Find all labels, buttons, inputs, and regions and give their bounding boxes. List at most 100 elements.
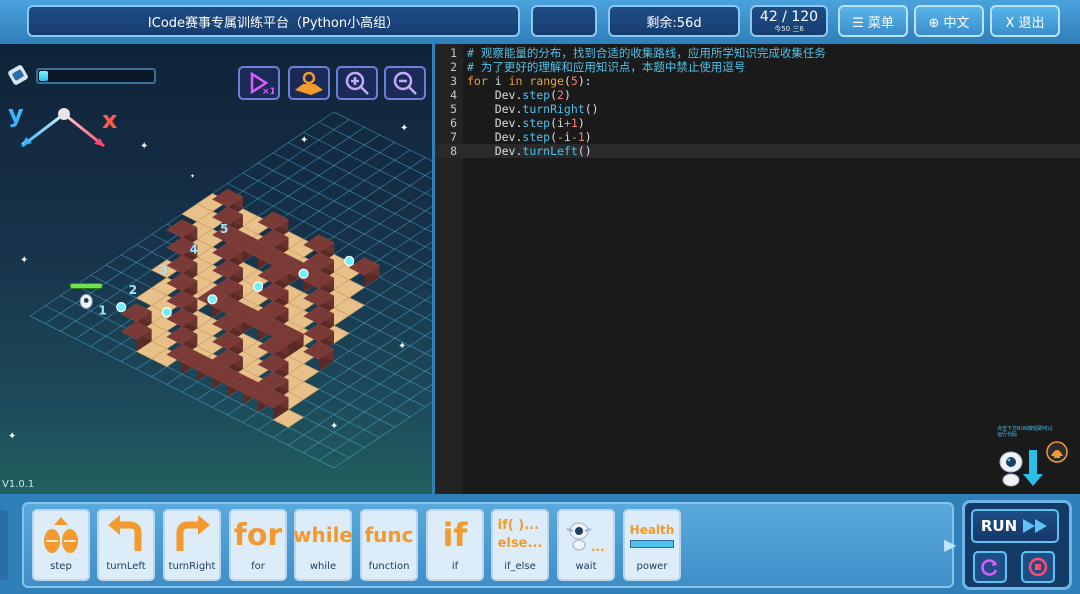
line-number: 7 [450, 130, 457, 144]
step-icon [44, 517, 78, 553]
code-line[interactable]: 2 # 为了更好的理解和应用知识点，本题中禁止使用逗号 [435, 60, 1080, 74]
block-turnRight[interactable]: turnRight [163, 509, 221, 581]
block-art: if [428, 511, 482, 559]
language-button[interactable]: ⊕ 中文 [914, 5, 984, 37]
line-number: 4 [450, 88, 457, 102]
row-label: 2 [129, 283, 137, 297]
run-panel: RUN [962, 500, 1072, 590]
block-function[interactable]: func function [360, 509, 418, 581]
game-board: 1 2 3 4 5 [29, 111, 432, 469]
block-label: power [636, 561, 668, 572]
turn-right-icon [176, 515, 210, 551]
grid-line [333, 111, 432, 162]
block-label: for [251, 561, 265, 572]
block-wait[interactable]: ... wait [557, 509, 615, 581]
block-art: for [231, 511, 285, 559]
reset-button[interactable] [973, 551, 1007, 583]
line-number: 2 [450, 60, 457, 74]
block-label: if [451, 561, 459, 572]
run-hint: 点击下方RUN按钮即可以运行代码 [995, 426, 1075, 488]
code-token: - [570, 130, 578, 144]
blank-pill [531, 5, 597, 37]
block-art: func [362, 511, 416, 559]
block-art [99, 511, 153, 559]
block-art: Health [625, 511, 679, 559]
code-line[interactable]: 4 Dev.step(2) [435, 88, 1080, 102]
code-token: 1 [577, 130, 585, 144]
block-if[interactable]: if if [426, 509, 484, 581]
block-power[interactable]: Health power [623, 509, 681, 581]
block-label: function [368, 561, 410, 572]
code-line[interactable]: 8 Dev.turnLeft() [435, 144, 1080, 158]
row-label: 1 [98, 304, 106, 318]
robot-eye-icon [83, 298, 89, 303]
code-token: # 为了更好的理解和应用知识点，本题中禁止使用逗号 [467, 60, 746, 74]
code-line[interactable]: 7 Dev.step(-i-1) [435, 130, 1080, 144]
reset-icon [981, 559, 998, 576]
code-token: (i [550, 116, 564, 130]
page-title: ICode赛事专属训练平台（Python小高组） [27, 5, 520, 37]
game-view: ✦ ✦ ✦ ✦ ✦ ✦ ✦ ✦ ✦ ×1 [0, 44, 432, 494]
code-line[interactable]: 5 Dev.turnRight() [435, 102, 1080, 116]
block-label: turnLeft [106, 561, 146, 572]
row-label: 3 [159, 263, 167, 277]
code-token: ) [577, 116, 585, 130]
energy-gem-icon [161, 307, 172, 318]
svg-text:...: ... [591, 540, 605, 554]
line-number: 3 [450, 74, 457, 88]
robot-health-bar [69, 283, 103, 289]
energy-gem-icon [298, 268, 309, 279]
block-art: ... [559, 511, 613, 559]
line-number: 1 [450, 46, 457, 60]
code-editor[interactable]: 1 # 观察能量的分布，找到合适的收集路线，应用所学知识完成收集任务 2 # 为了更好… [435, 44, 1080, 494]
for-art-text: for [233, 517, 283, 553]
code-token: ): [577, 74, 592, 88]
code-text: # 为了更好的理解和应用知识点，本题中禁止使用逗号 [467, 60, 745, 74]
code-token: ) [584, 130, 592, 144]
energy-gem-icon [252, 281, 264, 292]
code-line[interactable]: 1 # 观察能量的分布，找到合适的收集路线，应用所学知识完成收集任务 [435, 46, 1080, 60]
block-palette: step turnLeft turnRight for for while while fun… [22, 502, 954, 588]
stop-icon [1028, 557, 1048, 577]
code-text: # 观察能量的分布，找到合适的收集路线，应用所学知识完成收集任务 [467, 46, 826, 60]
fast-forward-icon [1023, 519, 1048, 533]
code-text: Dev.turnLeft() [467, 144, 592, 158]
run-label: RUN [980, 517, 1018, 535]
code-token: i [563, 130, 571, 144]
grid-line [318, 121, 432, 180]
code-line[interactable]: 6 Dev.step(i+1) [435, 116, 1080, 130]
code-token: () [577, 144, 592, 158]
code-text: Dev.step(i+1) [467, 116, 585, 130]
line-number: 5 [450, 102, 457, 116]
while-art-text: while [293, 523, 353, 547]
block-label: wait [575, 561, 597, 572]
block-turnLeft[interactable]: turnLeft [97, 509, 155, 581]
code-token: 5 [570, 74, 578, 88]
block-label: step [50, 561, 72, 572]
block-step[interactable]: step [32, 509, 90, 581]
block-art: if( )... else... [493, 511, 547, 559]
block-label: if_else [504, 561, 536, 572]
exit-button[interactable]: X 退出 [990, 5, 1060, 37]
time-remaining: 剩余:56d [608, 5, 740, 37]
line-number: 8 [450, 144, 457, 158]
code-line[interactable]: 3 for i in range(5): [435, 74, 1080, 88]
block-if_else[interactable]: if( )... else... if_else [491, 509, 549, 581]
palette-left-tab[interactable] [0, 510, 8, 580]
energy-gem-icon [207, 294, 218, 305]
stop-button[interactable] [1021, 551, 1055, 583]
palette-next-icon[interactable]: ▶ [944, 535, 960, 555]
run-button[interactable]: RUN [971, 509, 1059, 543]
code-token: Dev. [467, 116, 523, 130]
block-art: while [293, 511, 353, 559]
function-art-text: func [364, 523, 414, 547]
code-token: step [522, 88, 551, 102]
menu-button[interactable]: ☰ 菜单 [838, 5, 908, 37]
code-token: in [508, 74, 523, 88]
health-bar-icon [629, 539, 674, 548]
block-for[interactable]: for for [229, 509, 287, 581]
block-art [165, 511, 219, 559]
code-token: 2 [557, 88, 564, 102]
block-while[interactable]: while while [293, 509, 353, 581]
code-token: 1 [570, 116, 578, 130]
